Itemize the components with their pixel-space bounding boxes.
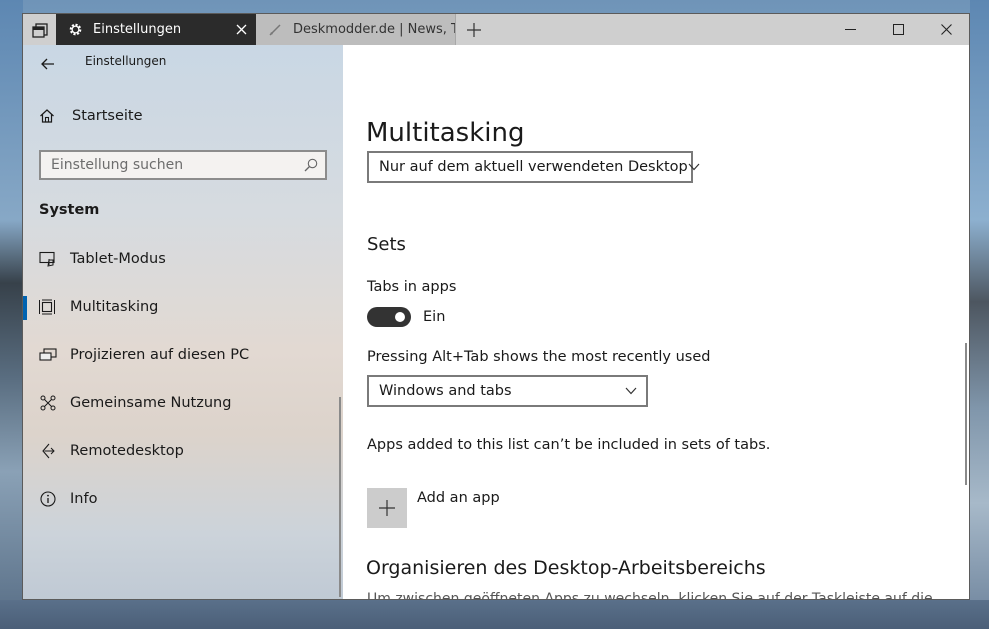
gear-icon [67, 22, 83, 38]
alt-tab-dropdown[interactable]: Windows and tabs [367, 375, 648, 407]
close-icon [940, 24, 952, 35]
apps-list-note: Apps added to this list can’t be include… [367, 437, 771, 453]
sidebar-item-label: Projizieren auf diesen PC [70, 347, 250, 363]
sidebar: Einstellungen Startseite Einstellung suc… [23, 45, 343, 599]
app-title: Einstellungen [85, 54, 167, 68]
maximize-icon [892, 24, 904, 35]
new-tab-button[interactable] [456, 14, 492, 45]
close-tab-button[interactable] [226, 14, 256, 45]
sidebar-item-label: Tablet-Modus [70, 251, 166, 267]
chevron-down-icon [688, 163, 700, 171]
home-link[interactable]: Startseite [39, 108, 143, 124]
chevron-down-icon [616, 387, 646, 395]
close-window-button[interactable] [922, 14, 969, 45]
add-app-label[interactable]: Add an app [417, 490, 500, 506]
desktop-scope-dropdown[interactable]: Nur auf dem aktuell verwendeten Desktop [367, 151, 700, 183]
home-label: Startseite [72, 108, 143, 124]
desktop-background-right [970, 0, 989, 629]
back-arrow-icon [41, 58, 54, 70]
section-heading-system: System [39, 202, 100, 218]
sidebar-item-label: Remotedesktop [70, 443, 184, 459]
minimize-icon [844, 29, 856, 30]
plus-icon [467, 22, 481, 37]
dropdown-value: Windows and tabs [379, 383, 512, 399]
multitasking-icon [38, 299, 58, 315]
sidebar-scrollbar[interactable] [339, 397, 341, 597]
share-icon [38, 395, 58, 411]
back-button[interactable] [33, 51, 63, 77]
plus-icon [379, 500, 395, 516]
project-icon [38, 347, 58, 363]
sidebar-item-label: Multitasking [70, 299, 159, 315]
search-placeholder: Einstellung suchen [51, 157, 184, 173]
settings-search-input[interactable]: Einstellung suchen [39, 150, 327, 180]
info-icon [38, 491, 58, 507]
toggle-state-text: Ein [423, 309, 446, 325]
settings-window: Einstellungen Deskmodder.de | News, Tipp… [22, 13, 970, 600]
search-icon[interactable] [297, 158, 325, 172]
tab-deskmodder[interactable]: Deskmodder.de | News, Tipps [256, 14, 456, 45]
desktop-background-bottom [0, 600, 989, 629]
tablet-mode-icon [38, 251, 58, 267]
sidebar-nav: Tablet-Modus Multitasking Projizieren au… [23, 235, 343, 523]
site-favicon-icon [267, 22, 283, 38]
add-app-button[interactable] [367, 488, 407, 528]
sidebar-item-label: Info [70, 491, 98, 507]
minimize-button[interactable] [826, 14, 874, 45]
home-icon [40, 109, 54, 123]
sidebar-item-remote-desktop[interactable]: Remotedesktop [23, 427, 343, 475]
maximize-button[interactable] [874, 14, 922, 45]
close-icon [236, 24, 246, 35]
sets-heading: Sets [367, 234, 406, 255]
remote-desktop-icon [38, 443, 58, 459]
sidebar-item-multitasking[interactable]: Multitasking [23, 283, 343, 331]
tabs-in-apps-toggle[interactable] [367, 307, 411, 327]
organize-workspace-description: Um zwischen geöffneten Apps zu wechseln,… [367, 591, 933, 600]
main-scrollbar[interactable] [965, 343, 967, 485]
sidebar-item-info[interactable]: Info [23, 475, 343, 523]
tabs-in-apps-label: Tabs in apps [367, 279, 457, 295]
desktop-background-left [0, 0, 23, 629]
dropdown-value: Nur auf dem aktuell verwendeten Desktop [379, 159, 688, 175]
main-content: Multitasking Nur auf dem aktuell verwend… [343, 45, 969, 600]
tab-overview-button[interactable] [23, 14, 56, 45]
title-bar: Einstellungen Deskmodder.de | News, Tipp… [23, 14, 969, 45]
sidebar-item-label: Gemeinsame Nutzung [70, 395, 232, 411]
sidebar-item-tablet-mode[interactable]: Tablet-Modus [23, 235, 343, 283]
tab-overview-icon [31, 22, 48, 38]
organize-workspace-heading: Organisieren des Desktop-Arbeitsbereichs [366, 557, 766, 579]
tab-label: Deskmodder.de | News, Tipps [293, 22, 455, 37]
tab-einstellungen[interactable]: Einstellungen [56, 14, 256, 45]
tab-label: Einstellungen [93, 22, 182, 37]
sidebar-item-shared-experiences[interactable]: Gemeinsame Nutzung [23, 379, 343, 427]
sidebar-item-project[interactable]: Projizieren auf diesen PC [23, 331, 343, 379]
page-title: Multitasking [366, 118, 525, 149]
alt-tab-label: Pressing Alt+Tab shows the most recently… [367, 349, 711, 365]
toggle-knob [395, 312, 405, 322]
